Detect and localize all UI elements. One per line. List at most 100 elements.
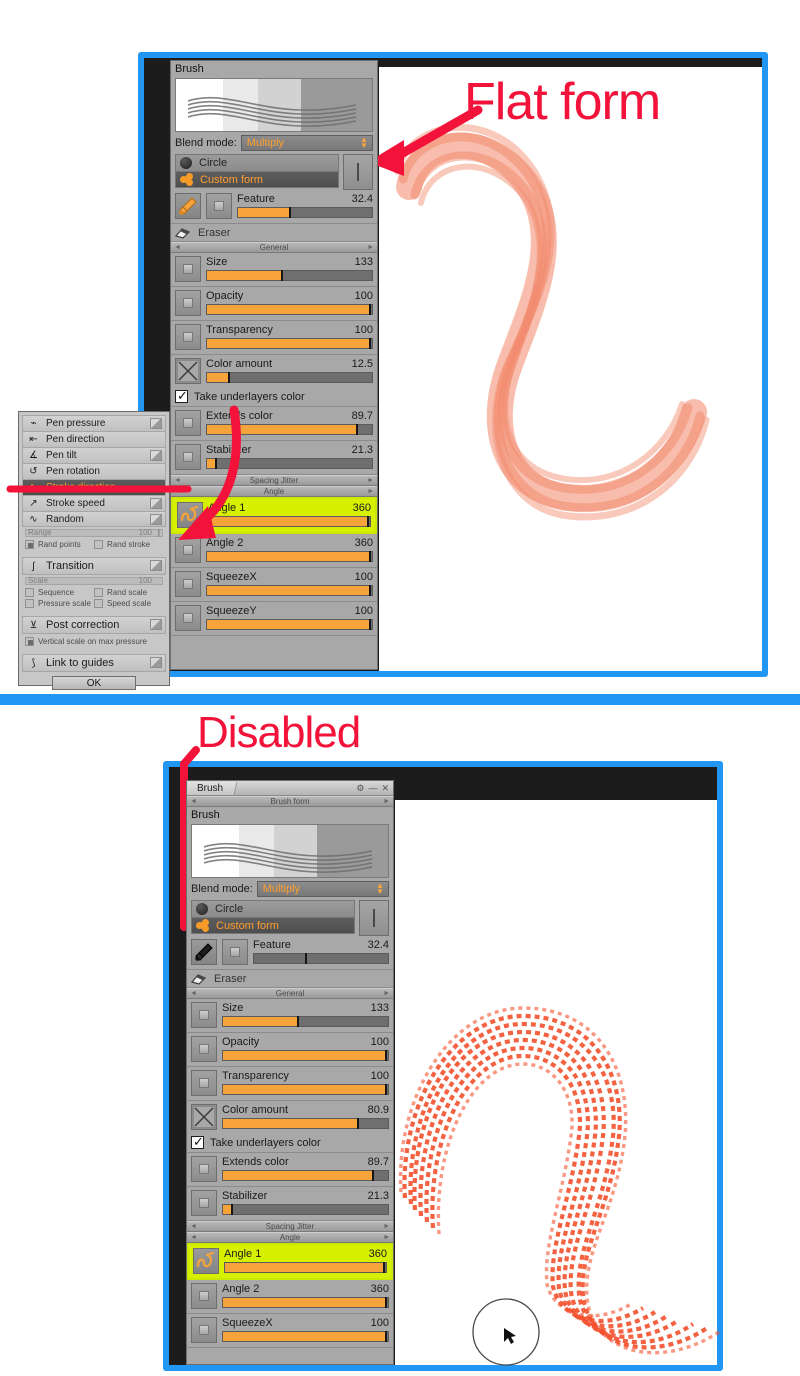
square-icon[interactable] xyxy=(175,410,201,436)
checkbox-icon[interactable] xyxy=(25,588,34,597)
pen-item-toggle[interactable] xyxy=(150,514,162,525)
slider-row[interactable]: Size 133 xyxy=(171,253,377,287)
checkbox-icon[interactable] xyxy=(191,1134,204,1150)
bottom-blend-mode-row[interactable]: Blend mode: Multiply ▲ ▼ xyxy=(191,881,389,897)
form-option-custom[interactable]: Custom form xyxy=(175,171,339,188)
slider-row[interactable]: Stabilizer 21.3 xyxy=(171,441,377,475)
square-icon[interactable] xyxy=(191,1190,217,1216)
slider-track[interactable] xyxy=(222,1170,389,1181)
bottom-brush-panel[interactable]: Brush ⚙ — ✕ ◄ Brush form ► Brush Blend m… xyxy=(186,780,394,1365)
checkbox-rand-scale[interactable]: Rand scale xyxy=(94,587,163,598)
pen-item-stroke-speed[interactable]: ↗ Stroke speed xyxy=(22,495,166,511)
slider-track[interactable] xyxy=(222,1016,389,1027)
checkbox-icon[interactable] xyxy=(94,599,103,608)
checkbox-icon[interactable] xyxy=(25,540,34,549)
checkbox-pressure-scale[interactable]: Pressure scale xyxy=(25,598,94,609)
section-angle[interactable]: ◄ Angle ► xyxy=(171,486,377,497)
feature-slider[interactable] xyxy=(237,207,373,218)
pen-settings-dialog[interactable]: ⌁ Pen pressure ⇤ Pen direction ∡ Pen til… xyxy=(18,411,170,690)
slider-track[interactable] xyxy=(206,585,373,596)
slider-row-angle1[interactable]: Angle 1 360 xyxy=(187,1243,393,1280)
ok-button[interactable]: OK xyxy=(52,676,136,690)
slider-track[interactable] xyxy=(206,619,373,630)
form-preview-box[interactable] xyxy=(343,154,373,190)
slider-track[interactable] xyxy=(222,1297,389,1308)
slider-track[interactable] xyxy=(222,1331,389,1342)
section-spacing-jitter[interactable]: ◄ Spacing Jitter ► xyxy=(171,475,377,486)
slider-track[interactable] xyxy=(222,1118,389,1129)
slider-track[interactable] xyxy=(208,516,371,527)
slider-row[interactable]: Opacity 100 xyxy=(187,1033,393,1067)
square-icon[interactable] xyxy=(191,1036,217,1062)
pen-item-toggle[interactable] xyxy=(150,450,162,461)
brush-icon[interactable] xyxy=(175,193,201,219)
slider-row[interactable]: Color amount 80.9 xyxy=(187,1101,393,1134)
square-icon[interactable] xyxy=(175,324,201,350)
checkbox-sequence[interactable]: Sequence xyxy=(25,587,94,598)
slider-row[interactable]: SqueezeY 100 xyxy=(171,602,377,636)
slider-track[interactable] xyxy=(206,270,373,281)
slider-track[interactable] xyxy=(222,1084,389,1095)
square-icon[interactable] xyxy=(175,571,201,597)
pen-item-random[interactable]: ∿ Random xyxy=(22,511,166,527)
panel-tab-brush[interactable]: Brush xyxy=(187,781,238,795)
section-general[interactable]: ◄ General ► xyxy=(171,242,377,253)
squiggle-icon[interactable] xyxy=(177,502,203,528)
square-icon[interactable] xyxy=(175,290,201,316)
bottom-feature-row[interactable]: Feature 32.4 xyxy=(187,936,393,970)
brush-icon[interactable] xyxy=(191,939,217,965)
slider-track[interactable] xyxy=(222,1204,389,1215)
square-icon[interactable] xyxy=(175,256,201,282)
slider-row-angle1[interactable]: Angle 1 360 xyxy=(171,497,377,534)
slider-row[interactable]: Transparency 100 xyxy=(171,321,377,355)
bottom-brush-preview[interactable] xyxy=(191,824,389,878)
pen-item-toggle[interactable] xyxy=(150,560,162,571)
square-icon[interactable] xyxy=(191,1070,217,1096)
square-icon[interactable] xyxy=(191,1002,217,1028)
square-icon[interactable] xyxy=(175,605,201,631)
slider-row[interactable]: Extends color 89.7 xyxy=(187,1153,393,1187)
pen-item-pen-tilt[interactable]: ∡ Pen tilt xyxy=(22,447,166,463)
scale-slider[interactable]: Scale 100 xyxy=(25,576,163,585)
checkbox-vertical-scale[interactable]: Vertical scale on max pressure xyxy=(25,636,163,647)
square-icon[interactable] xyxy=(191,1156,217,1182)
feature-toggle-button[interactable] xyxy=(206,193,232,219)
squiggle-icon[interactable] xyxy=(193,1248,219,1274)
slider-row[interactable]: Angle 2 360 xyxy=(187,1280,393,1314)
blend-mode-select[interactable]: Multiply ▲ ▼ xyxy=(240,135,373,151)
take-underlayers-color-row[interactable]: Take underlayers color xyxy=(171,388,377,407)
pen-item-post-correction[interactable]: ⊻ Post correction xyxy=(22,616,166,634)
checkbox-rand-points[interactable]: Rand points xyxy=(25,539,94,550)
top-brush-panel[interactable]: Brush Blend mode: Multiply ▲ ▼ Circle Cu… xyxy=(170,60,378,670)
top-blend-mode-row[interactable]: Blend mode: Multiply ▲ ▼ xyxy=(175,135,373,151)
feature-toggle-button[interactable] xyxy=(222,939,248,965)
top-brush-preview[interactable] xyxy=(175,78,373,132)
pen-item-toggle[interactable] xyxy=(150,657,162,668)
pen-item-link-to-guides[interactable]: ⟆ Link to guides xyxy=(22,654,166,672)
slider-track[interactable] xyxy=(224,1262,387,1273)
slider-row[interactable]: Size 133 xyxy=(187,999,393,1033)
top-feature-row[interactable]: Feature 32.4 xyxy=(171,190,377,224)
feature-slider[interactable] xyxy=(253,953,389,964)
slider-track[interactable] xyxy=(222,1050,389,1061)
slider-track[interactable] xyxy=(206,338,373,349)
take-underlayers-color-row[interactable]: Take underlayers color xyxy=(187,1134,393,1153)
checkbox-icon[interactable] xyxy=(94,540,103,549)
x-icon[interactable] xyxy=(191,1104,217,1130)
slider-row[interactable]: Transparency 100 xyxy=(187,1067,393,1101)
slider-track[interactable] xyxy=(206,424,373,435)
slider-row[interactable]: Color amount 12.5 xyxy=(171,355,377,388)
pen-item-transition[interactable]: ∫ Transition xyxy=(22,557,166,575)
top-eraser-row[interactable]: Eraser xyxy=(171,224,377,242)
minimize-icon[interactable]: — xyxy=(368,783,377,794)
checkbox-icon[interactable] xyxy=(25,637,34,646)
x-icon[interactable] xyxy=(175,358,201,384)
pen-item-toggle[interactable] xyxy=(150,619,162,630)
slider-track[interactable] xyxy=(206,304,373,315)
bottom-eraser-row[interactable]: Eraser xyxy=(187,970,393,988)
slider-row[interactable]: Opacity 100 xyxy=(171,287,377,321)
slider-track[interactable] xyxy=(206,551,373,562)
pen-item-toggle[interactable] xyxy=(150,498,162,509)
blend-mode-select[interactable]: Multiply ▲ ▼ xyxy=(256,881,389,897)
form-option-circle[interactable]: Circle xyxy=(191,900,355,917)
